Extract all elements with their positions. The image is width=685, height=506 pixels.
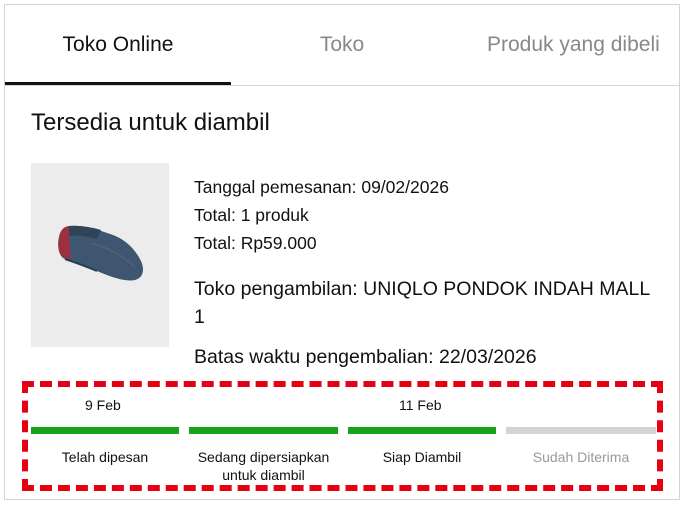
progress-bar-segment xyxy=(506,427,656,434)
step-label-received: Sudah Diterima xyxy=(532,449,630,465)
tab-store[interactable]: Toko xyxy=(231,5,453,85)
order-card: Toko Online Toko Produk yang dibeli Ters… xyxy=(4,4,680,500)
order-date: Tanggal pemesanan: 09/02/2026 xyxy=(194,177,449,197)
sock-product-image xyxy=(58,225,143,281)
order-status-heading: Tersedia untuk diambil xyxy=(31,109,270,136)
progress-bar-segment xyxy=(189,427,338,434)
progress-bar-segment xyxy=(348,427,496,434)
total-items: Total: 1 produk xyxy=(194,205,309,225)
tab-purchased-products[interactable]: Produk yang dibeli xyxy=(453,5,679,85)
tab-online-store[interactable]: Toko Online xyxy=(5,5,231,85)
step-date-ordered: 9 Feb xyxy=(85,397,121,413)
pickup-store: Toko pengambilan: UNIQLO PONDOK INDAH MA… xyxy=(194,278,650,328)
step-label-ready: Siap Diambil xyxy=(382,449,462,465)
product-thumbnail[interactable] xyxy=(31,163,169,347)
return-deadline: Batas waktu pengembalian: 22/03/2026 xyxy=(194,346,537,368)
total-price: Total: Rp59.000 xyxy=(194,233,317,253)
tab-bar: Toko Online Toko Produk yang dibeli xyxy=(5,5,679,86)
step-date-ready: 11 Feb xyxy=(399,397,442,413)
step-label-preparing: Sedang dipersiapkan untuk diambil xyxy=(197,449,330,483)
step-label-ordered: Telah dipesan xyxy=(61,449,149,465)
active-tab-indicator xyxy=(5,82,231,85)
progress-bar-segment xyxy=(31,427,179,434)
